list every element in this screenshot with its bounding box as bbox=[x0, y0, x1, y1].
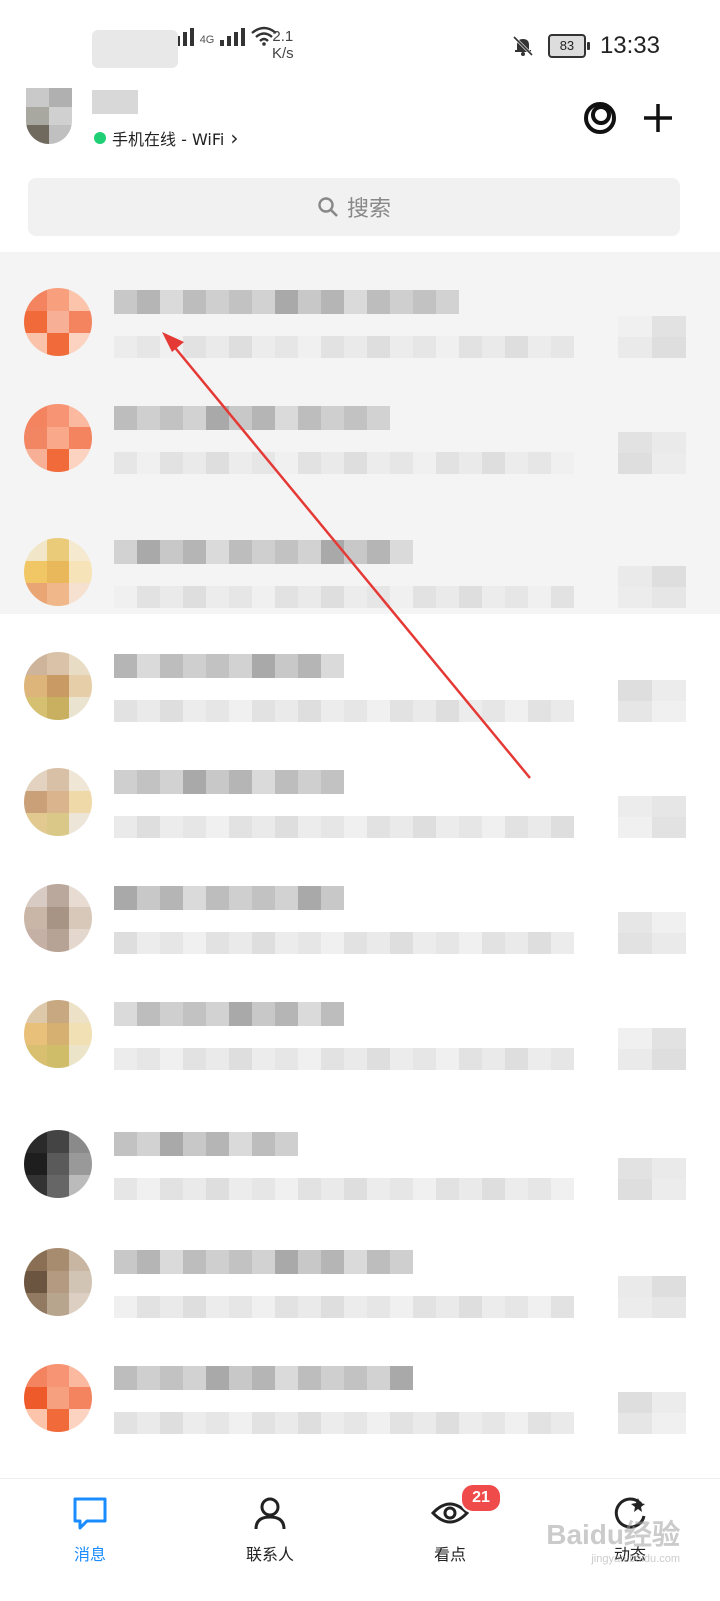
avatar bbox=[24, 652, 92, 720]
blurred-timestamp bbox=[618, 912, 686, 954]
speed-value: 2.1 bbox=[272, 28, 294, 45]
search-input[interactable]: 搜索 bbox=[28, 178, 680, 236]
tab-label: 消息 bbox=[73, 1545, 106, 1564]
blurred-contact-name bbox=[114, 1250, 413, 1274]
blurred-message-preview bbox=[114, 336, 574, 358]
blurred-message-preview bbox=[114, 1178, 574, 1200]
network-4g-label: 4G bbox=[199, 34, 215, 46]
online-dot-icon bbox=[94, 132, 106, 144]
blurred-timestamp bbox=[618, 316, 686, 358]
blurred-carrier bbox=[92, 30, 178, 68]
unread-badge: 21 bbox=[460, 1483, 502, 1513]
message-icon bbox=[70, 1493, 110, 1533]
status-bar: 5G 4G 2.1 K/s 83 13:33 bbox=[0, 0, 720, 90]
avatar bbox=[24, 404, 92, 472]
contacts-icon bbox=[250, 1493, 290, 1533]
header: 手机在线 - WiFi › bbox=[0, 88, 720, 168]
blurred-timestamp bbox=[618, 432, 686, 474]
network-speed: 2.1 K/s bbox=[272, 28, 294, 62]
bell-muted-icon bbox=[512, 35, 533, 57]
blurred-message-preview bbox=[114, 452, 574, 474]
blurred-timestamp bbox=[618, 796, 686, 838]
list-item[interactable] bbox=[0, 386, 720, 500]
avatar bbox=[24, 538, 92, 606]
blurred-message-preview bbox=[114, 1412, 574, 1434]
blurred-contact-name bbox=[114, 1002, 344, 1026]
avatar bbox=[24, 1130, 92, 1198]
avatar bbox=[24, 1000, 92, 1068]
blurred-contact-name bbox=[114, 1366, 413, 1390]
search-placeholder: 搜索 bbox=[346, 197, 391, 222]
blurred-message-preview bbox=[114, 1048, 574, 1070]
blurred-message-preview bbox=[114, 586, 574, 608]
list-item[interactable] bbox=[0, 982, 720, 1096]
baidu-watermark: Baidu经验 jingyan.baidu.com bbox=[546, 1513, 680, 1565]
list-item[interactable] bbox=[0, 270, 720, 384]
blurred-contact-name bbox=[114, 290, 459, 314]
blurred-message-preview bbox=[114, 700, 574, 722]
blurred-timestamp bbox=[618, 566, 686, 608]
blurred-timestamp bbox=[618, 1392, 686, 1434]
avatar bbox=[24, 1364, 92, 1432]
blurred-contact-name bbox=[114, 654, 344, 678]
blurred-timestamp bbox=[618, 1158, 686, 1200]
blurred-message-preview bbox=[114, 932, 574, 954]
avatar[interactable] bbox=[26, 88, 72, 144]
tab-contacts[interactable]: 联系人 bbox=[180, 1479, 360, 1601]
tab-messages[interactable]: 消息 bbox=[0, 1479, 180, 1601]
bottom-nav: 消息 联系人 看点 21 动态 Baidu经验 jingyan.baidu.co… bbox=[0, 1478, 720, 1601]
signal-bars-icon bbox=[220, 28, 246, 46]
blurred-contact-name bbox=[114, 540, 413, 564]
battery-indicator: 83 bbox=[547, 34, 590, 58]
add-icon[interactable] bbox=[638, 98, 678, 138]
tab-label: 看点 bbox=[433, 1545, 466, 1564]
blurred-message-preview bbox=[114, 1296, 574, 1318]
search-icon bbox=[318, 197, 338, 217]
speed-unit: K/s bbox=[272, 45, 294, 62]
blurred-contact-name bbox=[114, 1132, 298, 1156]
watermark-brand: Baidu经验 bbox=[546, 1519, 680, 1550]
list-item[interactable] bbox=[0, 1346, 720, 1460]
blurred-contact-name bbox=[114, 406, 390, 430]
list-item[interactable] bbox=[0, 634, 720, 748]
list-item[interactable] bbox=[0, 750, 720, 864]
avatar bbox=[24, 884, 92, 952]
clock: 13:33 bbox=[599, 32, 660, 59]
list-item[interactable] bbox=[0, 520, 720, 634]
blurred-timestamp bbox=[618, 1028, 686, 1070]
blurred-nickname bbox=[92, 90, 138, 114]
watermark-url: jingyan.baidu.com bbox=[591, 1553, 680, 1565]
list-item[interactable] bbox=[0, 1230, 720, 1344]
online-status-label: 手机在线 - WiFi bbox=[112, 130, 225, 149]
chevron-right-icon: › bbox=[230, 126, 239, 150]
blurred-contact-name bbox=[114, 886, 344, 910]
qzone-ring-icon[interactable] bbox=[580, 98, 620, 138]
avatar bbox=[24, 1248, 92, 1316]
blurred-contact-name bbox=[114, 770, 344, 794]
blurred-message-preview bbox=[114, 816, 574, 838]
list-item[interactable] bbox=[0, 1112, 720, 1226]
tab-kandian[interactable]: 看点 21 bbox=[360, 1479, 540, 1601]
online-status[interactable]: 手机在线 - WiFi › bbox=[94, 126, 238, 150]
blurred-timestamp bbox=[618, 680, 686, 722]
avatar bbox=[24, 288, 92, 356]
blurred-timestamp bbox=[618, 1276, 686, 1318]
tab-label: 联系人 bbox=[245, 1545, 294, 1564]
avatar bbox=[24, 768, 92, 836]
list-item[interactable] bbox=[0, 866, 720, 980]
